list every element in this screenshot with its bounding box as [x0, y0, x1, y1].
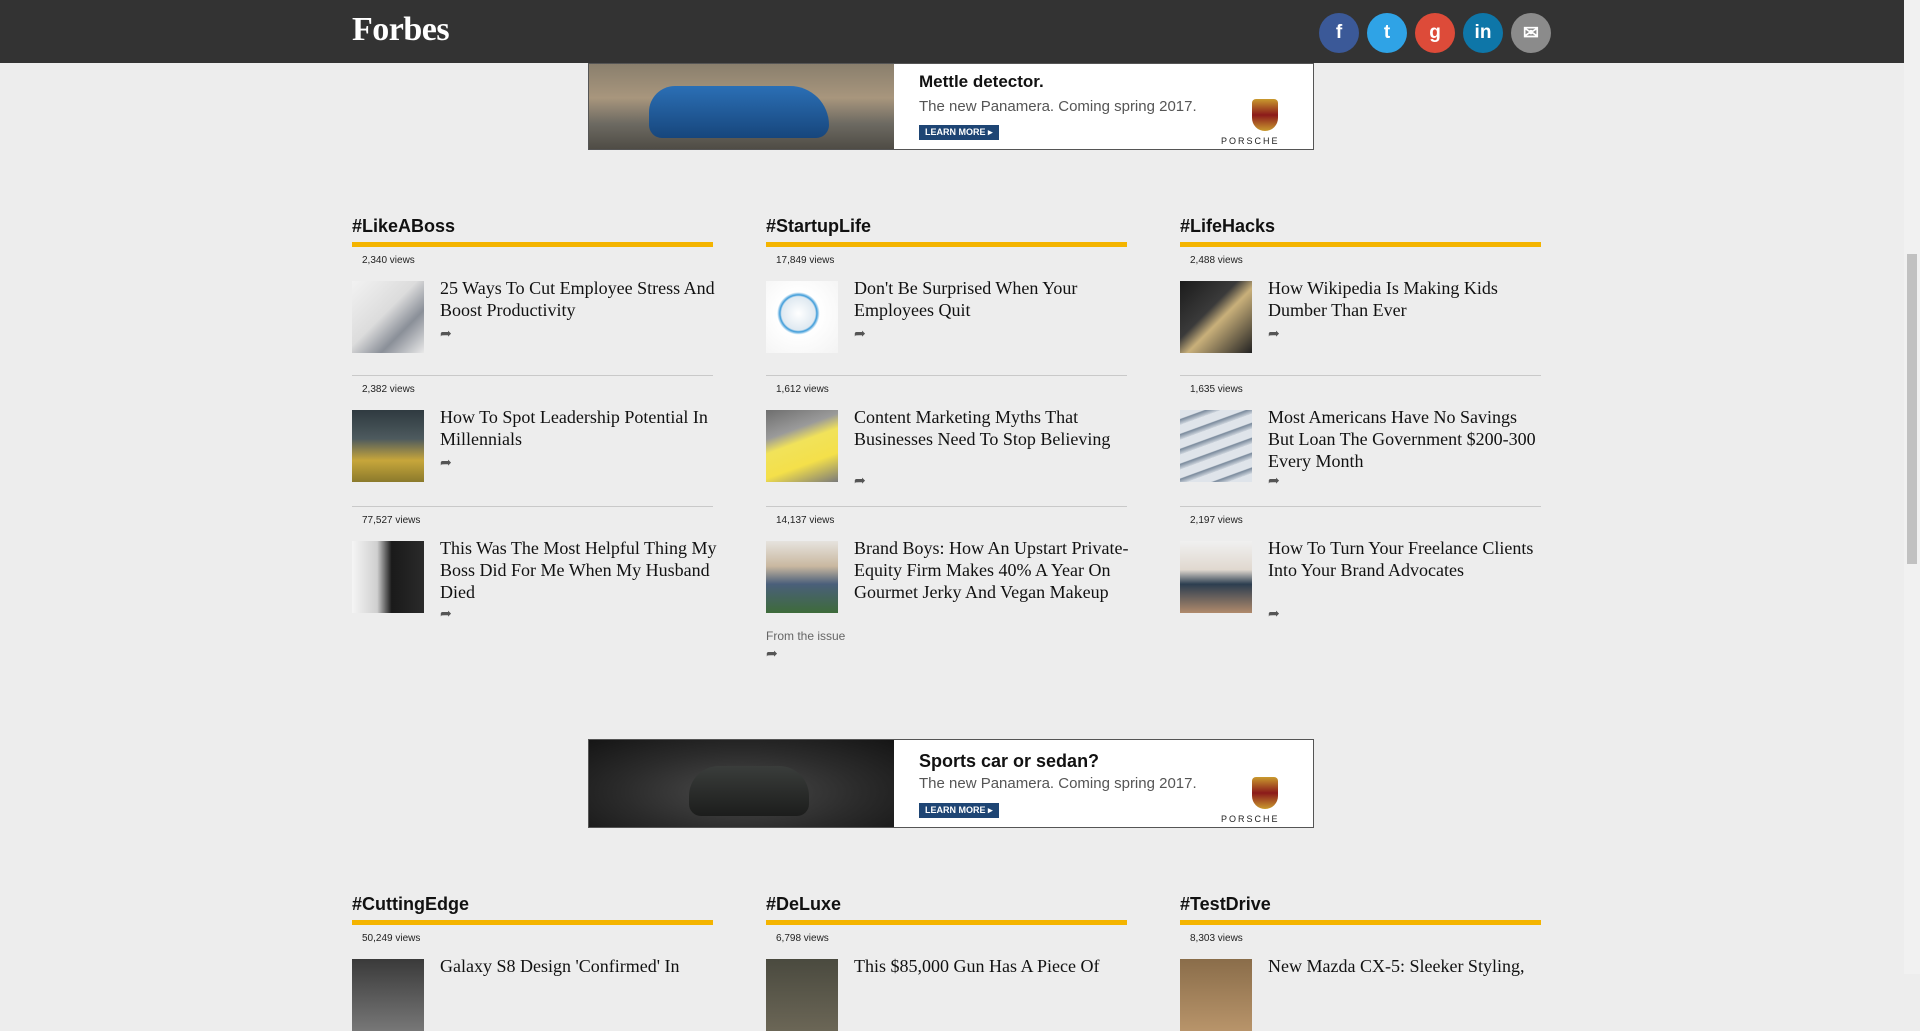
forbes-logo[interactable]: Forbes: [352, 11, 450, 49]
article-thumbnail[interactable]: [766, 410, 838, 482]
view-count: 1,635 views: [1190, 384, 1243, 395]
article-thumbnail[interactable]: [1180, 281, 1252, 353]
porsche-ad-banner[interactable]: Sports car or sedan? The new Panamera. C…: [588, 739, 1314, 828]
scrollbar-thumb[interactable]: [1907, 254, 1917, 564]
article-headline[interactable]: This Was The Most Helpful Thing My Boss …: [440, 537, 718, 603]
section-title[interactable]: #LifeHacks: [1180, 216, 1541, 240]
article-headline[interactable]: Content Marketing Myths That Businesses …: [854, 406, 1132, 450]
article-thumbnail[interactable]: [352, 410, 424, 482]
view-count: 2,488 views: [1190, 255, 1243, 266]
article-item: 2,197 views How To Turn Your Freelance C…: [1180, 507, 1541, 657]
article-headline[interactable]: 25 Ways To Cut Employee Stress And Boost…: [440, 277, 718, 321]
ad-car-image: [589, 740, 894, 827]
google-plus-icon[interactable]: g: [1415, 13, 1455, 53]
article-item: 77,527 views This Was The Most Helpful T…: [352, 507, 717, 657]
article-headline[interactable]: Don't Be Surprised When Your Employees Q…: [854, 277, 1132, 321]
facebook-icon[interactable]: f: [1319, 13, 1359, 53]
ad-car-image: [589, 64, 894, 149]
article-headline[interactable]: Most Americans Have No Savings But Loan …: [1268, 406, 1546, 472]
view-count: 14,137 views: [776, 515, 835, 526]
article-thumbnail[interactable]: [766, 541, 838, 613]
porsche-ad-banner[interactable]: Mettle detector. The new Panamera. Comin…: [588, 63, 1314, 150]
article-item: 14,137 views Brand Boys: How An Upstart …: [766, 507, 1128, 661]
from-the-issue-label: From the issue: [766, 629, 846, 643]
section-deluxe: #DeLuxe 6,798 views This $85,000 Gun Has…: [766, 894, 1127, 1031]
section-cuttingedge: #CuttingEdge 50,249 views Galaxy S8 Desi…: [352, 894, 713, 1031]
learn-more-button[interactable]: LEARN MORE ▸: [919, 803, 999, 818]
car-shape: [689, 766, 809, 816]
ad-headline: Sports car or sedan?: [919, 751, 1100, 771]
ad-brand: PORSCHE: [1221, 814, 1280, 824]
article-item: 1,612 views Content Marketing Myths That…: [766, 376, 1127, 507]
view-count: 1,612 views: [776, 384, 829, 395]
section-title[interactable]: #StartupLife: [766, 216, 1127, 240]
section-title[interactable]: #TestDrive: [1180, 894, 1541, 918]
car-shape: [649, 86, 829, 138]
section-title[interactable]: #LikeABoss: [352, 216, 713, 240]
article-thumbnail[interactable]: [766, 281, 838, 353]
top-bar: Forbes f t g in ✉: [0, 0, 1904, 63]
porsche-crest-icon: [1252, 99, 1278, 131]
article-thumbnail[interactable]: [352, 959, 424, 1031]
article-thumbnail[interactable]: [1180, 410, 1252, 482]
article-item: 1,635 views Most Americans Have No Savin…: [1180, 376, 1541, 507]
section-startuplife: #StartupLife 17,849 views Don't Be Surpr…: [766, 216, 1128, 661]
article-item: 17,849 views Don't Be Surprised When You…: [766, 247, 1127, 376]
share-icon[interactable]: ➦: [854, 472, 866, 489]
ad-brand: PORSCHE: [1221, 136, 1280, 146]
ad-headline: Mettle detector.: [919, 72, 1044, 91]
view-count: 2,340 views: [362, 255, 415, 266]
twitter-icon[interactable]: t: [1367, 13, 1407, 53]
share-icon[interactable]: ➦: [1268, 472, 1280, 489]
section-title[interactable]: #CuttingEdge: [352, 894, 713, 918]
view-count: 2,382 views: [362, 384, 415, 395]
article-thumbnail[interactable]: [1180, 541, 1252, 613]
section-likeaboss: #LikeABoss 2,340 views 25 Ways To Cut Em…: [352, 216, 717, 657]
email-icon[interactable]: ✉: [1511, 13, 1551, 53]
view-count: 17,849 views: [776, 255, 835, 266]
ad-subline: The new Panamera. Coming spring 2017.: [919, 775, 1197, 792]
article-thumbnail[interactable]: [352, 281, 424, 353]
porsche-crest-icon: [1252, 777, 1278, 809]
article-headline[interactable]: How To Spot Leadership Potential In Mill…: [440, 406, 718, 450]
article-headline[interactable]: How Wikipedia Is Making Kids Dumber Than…: [1268, 277, 1546, 321]
article-item: 50,249 views Galaxy S8 Design 'Confirmed…: [352, 925, 713, 1031]
view-count: 8,303 views: [1190, 933, 1243, 944]
article-item: 2,382 views How To Spot Leadership Poten…: [352, 376, 713, 507]
view-count: 6,798 views: [776, 933, 829, 944]
article-headline[interactable]: How To Turn Your Freelance Clients Into …: [1268, 537, 1546, 581]
article-item: 2,340 views 25 Ways To Cut Employee Stre…: [352, 247, 715, 376]
article-item: 2,488 views How Wikipedia Is Making Kids…: [1180, 247, 1541, 376]
share-icon[interactable]: ➦: [440, 605, 452, 622]
article-thumbnail[interactable]: [1180, 959, 1252, 1031]
share-icon[interactable]: ➦: [1268, 325, 1280, 342]
linkedin-icon[interactable]: in: [1463, 13, 1503, 53]
learn-more-button[interactable]: LEARN MORE ▸: [919, 125, 999, 140]
view-count: 2,197 views: [1190, 515, 1243, 526]
article-item: 6,798 views This $85,000 Gun Has A Piece…: [766, 925, 1127, 1031]
section-title[interactable]: #DeLuxe: [766, 894, 1127, 918]
view-count: 77,527 views: [362, 515, 421, 526]
ad-subline: The new Panamera. Coming spring 2017.: [919, 98, 1197, 115]
article-thumbnail[interactable]: [766, 959, 838, 1031]
share-icon[interactable]: ➦: [440, 325, 452, 342]
view-count: 50,249 views: [362, 933, 421, 944]
share-icon[interactable]: ➦: [766, 645, 778, 662]
share-icon[interactable]: ➦: [854, 325, 866, 342]
scrollbar[interactable]: [1904, 0, 1920, 974]
section-lifehacks: #LifeHacks 2,488 views How Wikipedia Is …: [1180, 216, 1541, 657]
share-icon[interactable]: ➦: [440, 454, 452, 471]
article-item: 8,303 views New Mazda CX-5: Sleeker Styl…: [1180, 925, 1541, 1031]
article-thumbnail[interactable]: [352, 541, 424, 613]
share-icon[interactable]: ➦: [1268, 605, 1280, 622]
section-testdrive: #TestDrive 8,303 views New Mazda CX-5: S…: [1180, 894, 1541, 1031]
article-headline[interactable]: Brand Boys: How An Upstart Private-Equit…: [854, 537, 1132, 603]
